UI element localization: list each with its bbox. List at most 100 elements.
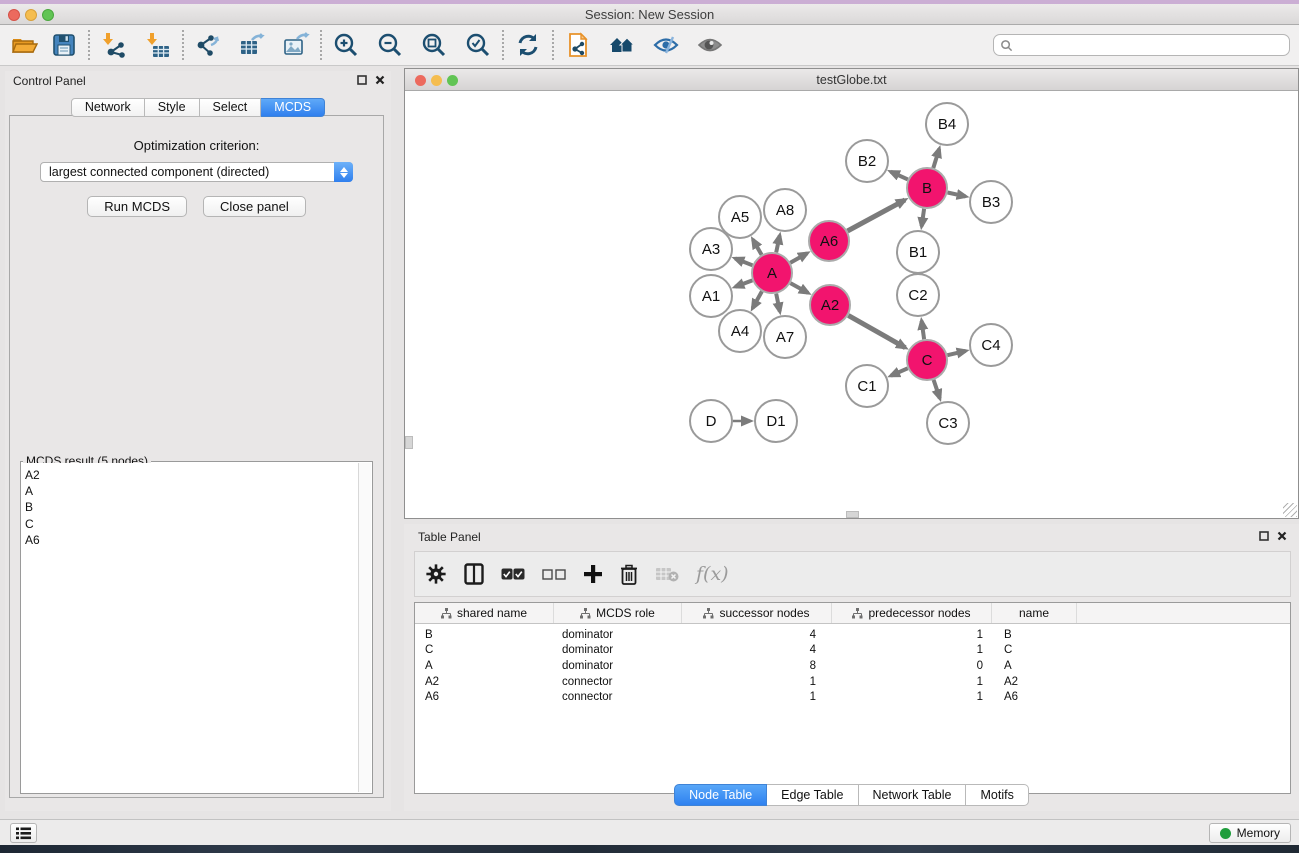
column-header-MCDS-role[interactable]: MCDS role	[554, 603, 682, 623]
export-table-button[interactable]	[236, 29, 268, 61]
edge-A-A1[interactable]	[735, 280, 752, 286]
close-panel-icon[interactable]	[375, 75, 385, 85]
import-network-button[interactable]	[98, 29, 130, 61]
horizontal-scrollbar-thumb[interactable]	[846, 511, 859, 518]
node-A7[interactable]: A7	[764, 316, 806, 358]
edge-A-A7[interactable]	[776, 294, 780, 312]
memory-button[interactable]: Memory	[1209, 823, 1291, 843]
add-row-button[interactable]	[583, 564, 603, 584]
export-image-button[interactable]	[280, 29, 312, 61]
edge-B-B4[interactable]	[933, 149, 939, 168]
node-C1[interactable]: C1	[846, 365, 888, 407]
edge-B-B1[interactable]	[922, 209, 925, 227]
node-D[interactable]: D	[690, 400, 732, 442]
tab-edge-table[interactable]: Edge Table	[767, 784, 858, 806]
edge-A-A8[interactable]	[776, 236, 780, 253]
tab-select[interactable]: Select	[200, 98, 262, 117]
hide-labels-button[interactable]	[650, 29, 682, 61]
export-network-button[interactable]	[192, 29, 224, 61]
node-B[interactable]: B	[907, 168, 947, 208]
tab-network-table[interactable]: Network Table	[859, 784, 967, 806]
show-graphics-details-button[interactable]	[694, 29, 726, 61]
edge-A-A3[interactable]	[735, 259, 752, 266]
task-history-button[interactable]	[10, 823, 37, 843]
function-builder-button[interactable]: f(x)	[696, 563, 729, 585]
float-panel-icon[interactable]	[1259, 531, 1269, 541]
import-table-button[interactable]	[142, 29, 174, 61]
tab-mcds[interactable]: MCDS	[261, 98, 325, 117]
criterion-select[interactable]: largest connected component (directed)	[40, 162, 353, 182]
result-item[interactable]: A6	[25, 532, 358, 548]
home-button[interactable]	[606, 29, 638, 61]
node-A8[interactable]: A8	[764, 189, 806, 231]
node-C3[interactable]: C3	[927, 402, 969, 444]
table-row[interactable]: A6connector11A6	[415, 689, 1290, 705]
table-row[interactable]: Cdominator41C	[415, 643, 1290, 659]
edge-B-B3[interactable]	[948, 193, 966, 197]
delete-table-button[interactable]	[655, 566, 679, 582]
run-mcds-button[interactable]: Run MCDS	[87, 196, 187, 217]
node-B2[interactable]: B2	[846, 140, 888, 182]
open-network-file-button[interactable]	[562, 29, 594, 61]
node-A3[interactable]: A3	[690, 228, 732, 270]
edge-A-A6[interactable]	[790, 253, 807, 263]
node-B4[interactable]: B4	[926, 103, 968, 145]
node-B1[interactable]: B1	[897, 231, 939, 273]
zoom-in-button[interactable]	[330, 29, 362, 61]
column-header-name[interactable]: name	[992, 603, 1077, 623]
float-panel-icon[interactable]	[357, 75, 367, 85]
node-A6[interactable]: A6	[809, 221, 849, 261]
vertical-scrollbar-thumb[interactable]	[405, 436, 413, 449]
result-item[interactable]: A2	[25, 467, 358, 483]
delete-row-button[interactable]	[620, 564, 638, 585]
tab-node-table[interactable]: Node Table	[674, 784, 767, 806]
edge-A-A4[interactable]	[753, 291, 762, 308]
search-input[interactable]	[1013, 38, 1289, 52]
table-row[interactable]: Adominator80A	[415, 658, 1290, 674]
edge-A-A5[interactable]	[753, 240, 762, 255]
edge-A2-C[interactable]	[848, 315, 905, 347]
show-columns-button[interactable]	[464, 563, 484, 585]
zoom-out-button[interactable]	[374, 29, 406, 61]
edge-C-C3[interactable]	[934, 380, 940, 398]
table-row[interactable]: A2connector11A2	[415, 674, 1290, 690]
edge-A6-B[interactable]	[848, 200, 906, 231]
node-A1[interactable]: A1	[690, 275, 732, 317]
table-row[interactable]: Bdominator41B	[415, 627, 1290, 643]
tab-motifs[interactable]: Motifs	[966, 784, 1028, 806]
column-header-successor-nodes[interactable]: successor nodes	[682, 603, 832, 623]
node-C[interactable]: C	[907, 340, 947, 380]
result-item[interactable]: C	[25, 516, 358, 532]
node-A2[interactable]: A2	[810, 285, 850, 325]
edge-C-C1[interactable]	[891, 368, 908, 375]
result-scrollbar[interactable]	[358, 463, 371, 792]
zoom-fit-button[interactable]	[418, 29, 450, 61]
mcds-result-list[interactable]: A2ABCA6	[22, 463, 358, 792]
zoom-selected-button[interactable]	[462, 29, 494, 61]
resize-grip[interactable]	[1283, 503, 1297, 517]
node-B3[interactable]: B3	[970, 181, 1012, 223]
result-item[interactable]: A	[25, 483, 358, 499]
close-panel-button[interactable]: Close panel	[203, 196, 306, 217]
tab-network[interactable]: Network	[71, 98, 145, 117]
node-A[interactable]: A	[752, 253, 792, 293]
node-C4[interactable]: C4	[970, 324, 1012, 366]
refresh-view-button[interactable]	[512, 29, 544, 61]
edge-A-A2[interactable]	[790, 283, 808, 293]
column-header-shared-name[interactable]: shared name	[415, 603, 554, 623]
network-canvas[interactable]: AA1A2A3A4A5A6A7A8BB1B2B3B4CC1C2C3C4DD1	[405, 91, 1298, 518]
open-session-button[interactable]	[8, 29, 40, 61]
select-all-button[interactable]	[501, 568, 525, 580]
close-panel-icon[interactable]	[1277, 531, 1287, 541]
result-item[interactable]: B	[25, 499, 358, 515]
save-session-button[interactable]	[48, 29, 80, 61]
tab-style[interactable]: Style	[145, 98, 200, 117]
search-field[interactable]	[993, 34, 1290, 56]
node-C2[interactable]: C2	[897, 274, 939, 316]
edge-C-C4[interactable]	[947, 351, 965, 355]
node-A5[interactable]: A5	[719, 196, 761, 238]
column-header-predecessor-nodes[interactable]: predecessor nodes	[832, 603, 992, 623]
unselect-all-button[interactable]	[542, 569, 566, 580]
table-settings-button[interactable]	[425, 563, 447, 585]
edge-B-B2[interactable]	[891, 172, 908, 180]
